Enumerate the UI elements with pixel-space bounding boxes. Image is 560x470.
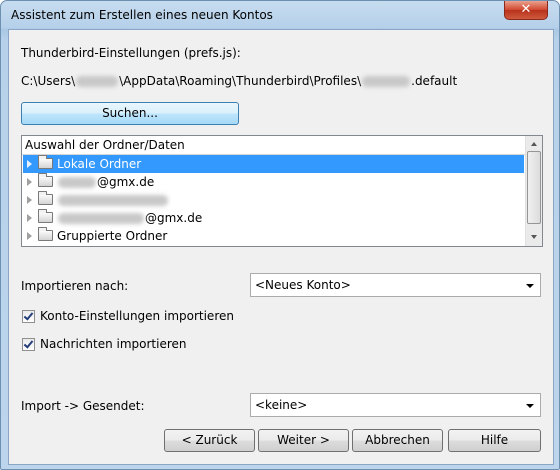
path-suffix: .default (411, 74, 458, 88)
close-button[interactable]: ✕ (504, 1, 548, 20)
expand-arrow-icon[interactable] (27, 232, 32, 240)
tree-header: Auswahl der Ordner/Daten (22, 136, 525, 155)
wizard-window: Assistent zum Erstellen eines neuen Kont… (0, 0, 560, 470)
next-button[interactable]: Weiter > (258, 429, 349, 452)
folder-icon (38, 227, 53, 241)
dialog-body: Thunderbird-Einstellungen (prefs.js): C:… (8, 29, 554, 465)
import-to-select[interactable]: <Neues Konto> (250, 273, 541, 297)
tree-scrollbar[interactable] (525, 136, 542, 246)
checkmark-icon (23, 338, 34, 349)
tree-item-local-folders[interactable]: Lokale Ordner (23, 155, 524, 173)
expand-arrow-icon[interactable] (27, 214, 32, 222)
prefs-path: C:\Users\ \AppData\Roaming\Thunderbird\Pr… (21, 74, 457, 88)
messages-checkbox[interactable] (22, 338, 35, 351)
tree-item-grouped-folders[interactable]: Gruppierte Ordner (23, 227, 524, 245)
chevron-down-icon (526, 284, 534, 288)
folder-icon (38, 155, 53, 169)
messages-label[interactable]: Nachrichten importieren (40, 337, 187, 351)
expand-arrow-icon[interactable] (27, 178, 32, 186)
account-settings-label[interactable]: Konto-Einstellungen importieren (40, 309, 234, 323)
title-bar[interactable]: Assistent zum Erstellen eines neuen Kont… (1, 1, 559, 29)
tree-item-account[interactable] (23, 191, 524, 209)
scroll-thumb[interactable] (527, 151, 541, 224)
redacted-account-name (58, 195, 168, 206)
checkmark-icon (23, 310, 34, 321)
help-button[interactable]: Hilfe (448, 429, 541, 452)
path-prefix: C:\Users\ (21, 74, 76, 88)
expand-arrow-icon[interactable] (27, 160, 32, 168)
folder-icon (38, 209, 53, 223)
expand-arrow-icon[interactable] (27, 196, 32, 204)
cancel-button[interactable]: Abbrechen (352, 429, 443, 452)
redacted-profile (362, 76, 411, 87)
redacted-username (76, 76, 119, 87)
import-to-label: Importieren nach: (21, 279, 129, 293)
close-icon: ✕ (520, 2, 532, 17)
folder-icon (38, 191, 53, 205)
redacted-account-name (58, 177, 96, 188)
tree-item-account[interactable]: @gmx.de (23, 173, 524, 191)
prefs-label: Thunderbird-Einstellungen (prefs.js): (21, 46, 241, 60)
path-middle: \AppData\Roaming\Thunderbird\Profiles\ (119, 74, 362, 88)
tree-item-account[interactable]: @gmx.de (23, 209, 524, 227)
scroll-down-icon[interactable] (531, 235, 537, 239)
window-title: Assistent zum Erstellen eines neuen Kont… (11, 8, 273, 22)
chevron-down-icon (526, 404, 534, 408)
account-settings-checkbox[interactable] (22, 310, 35, 323)
sent-select[interactable]: <keine> (250, 393, 541, 417)
folder-tree[interactable]: Auswahl der Ordner/Daten Lokale Ordner @… (21, 135, 543, 247)
back-button[interactable]: < Zurück (164, 429, 255, 452)
redacted-account-name (58, 213, 144, 224)
scroll-up-icon[interactable] (531, 142, 537, 146)
sent-label: Import -> Gesendet: (21, 399, 145, 413)
folder-icon (38, 173, 53, 187)
search-button[interactable]: Suchen... (21, 102, 239, 125)
